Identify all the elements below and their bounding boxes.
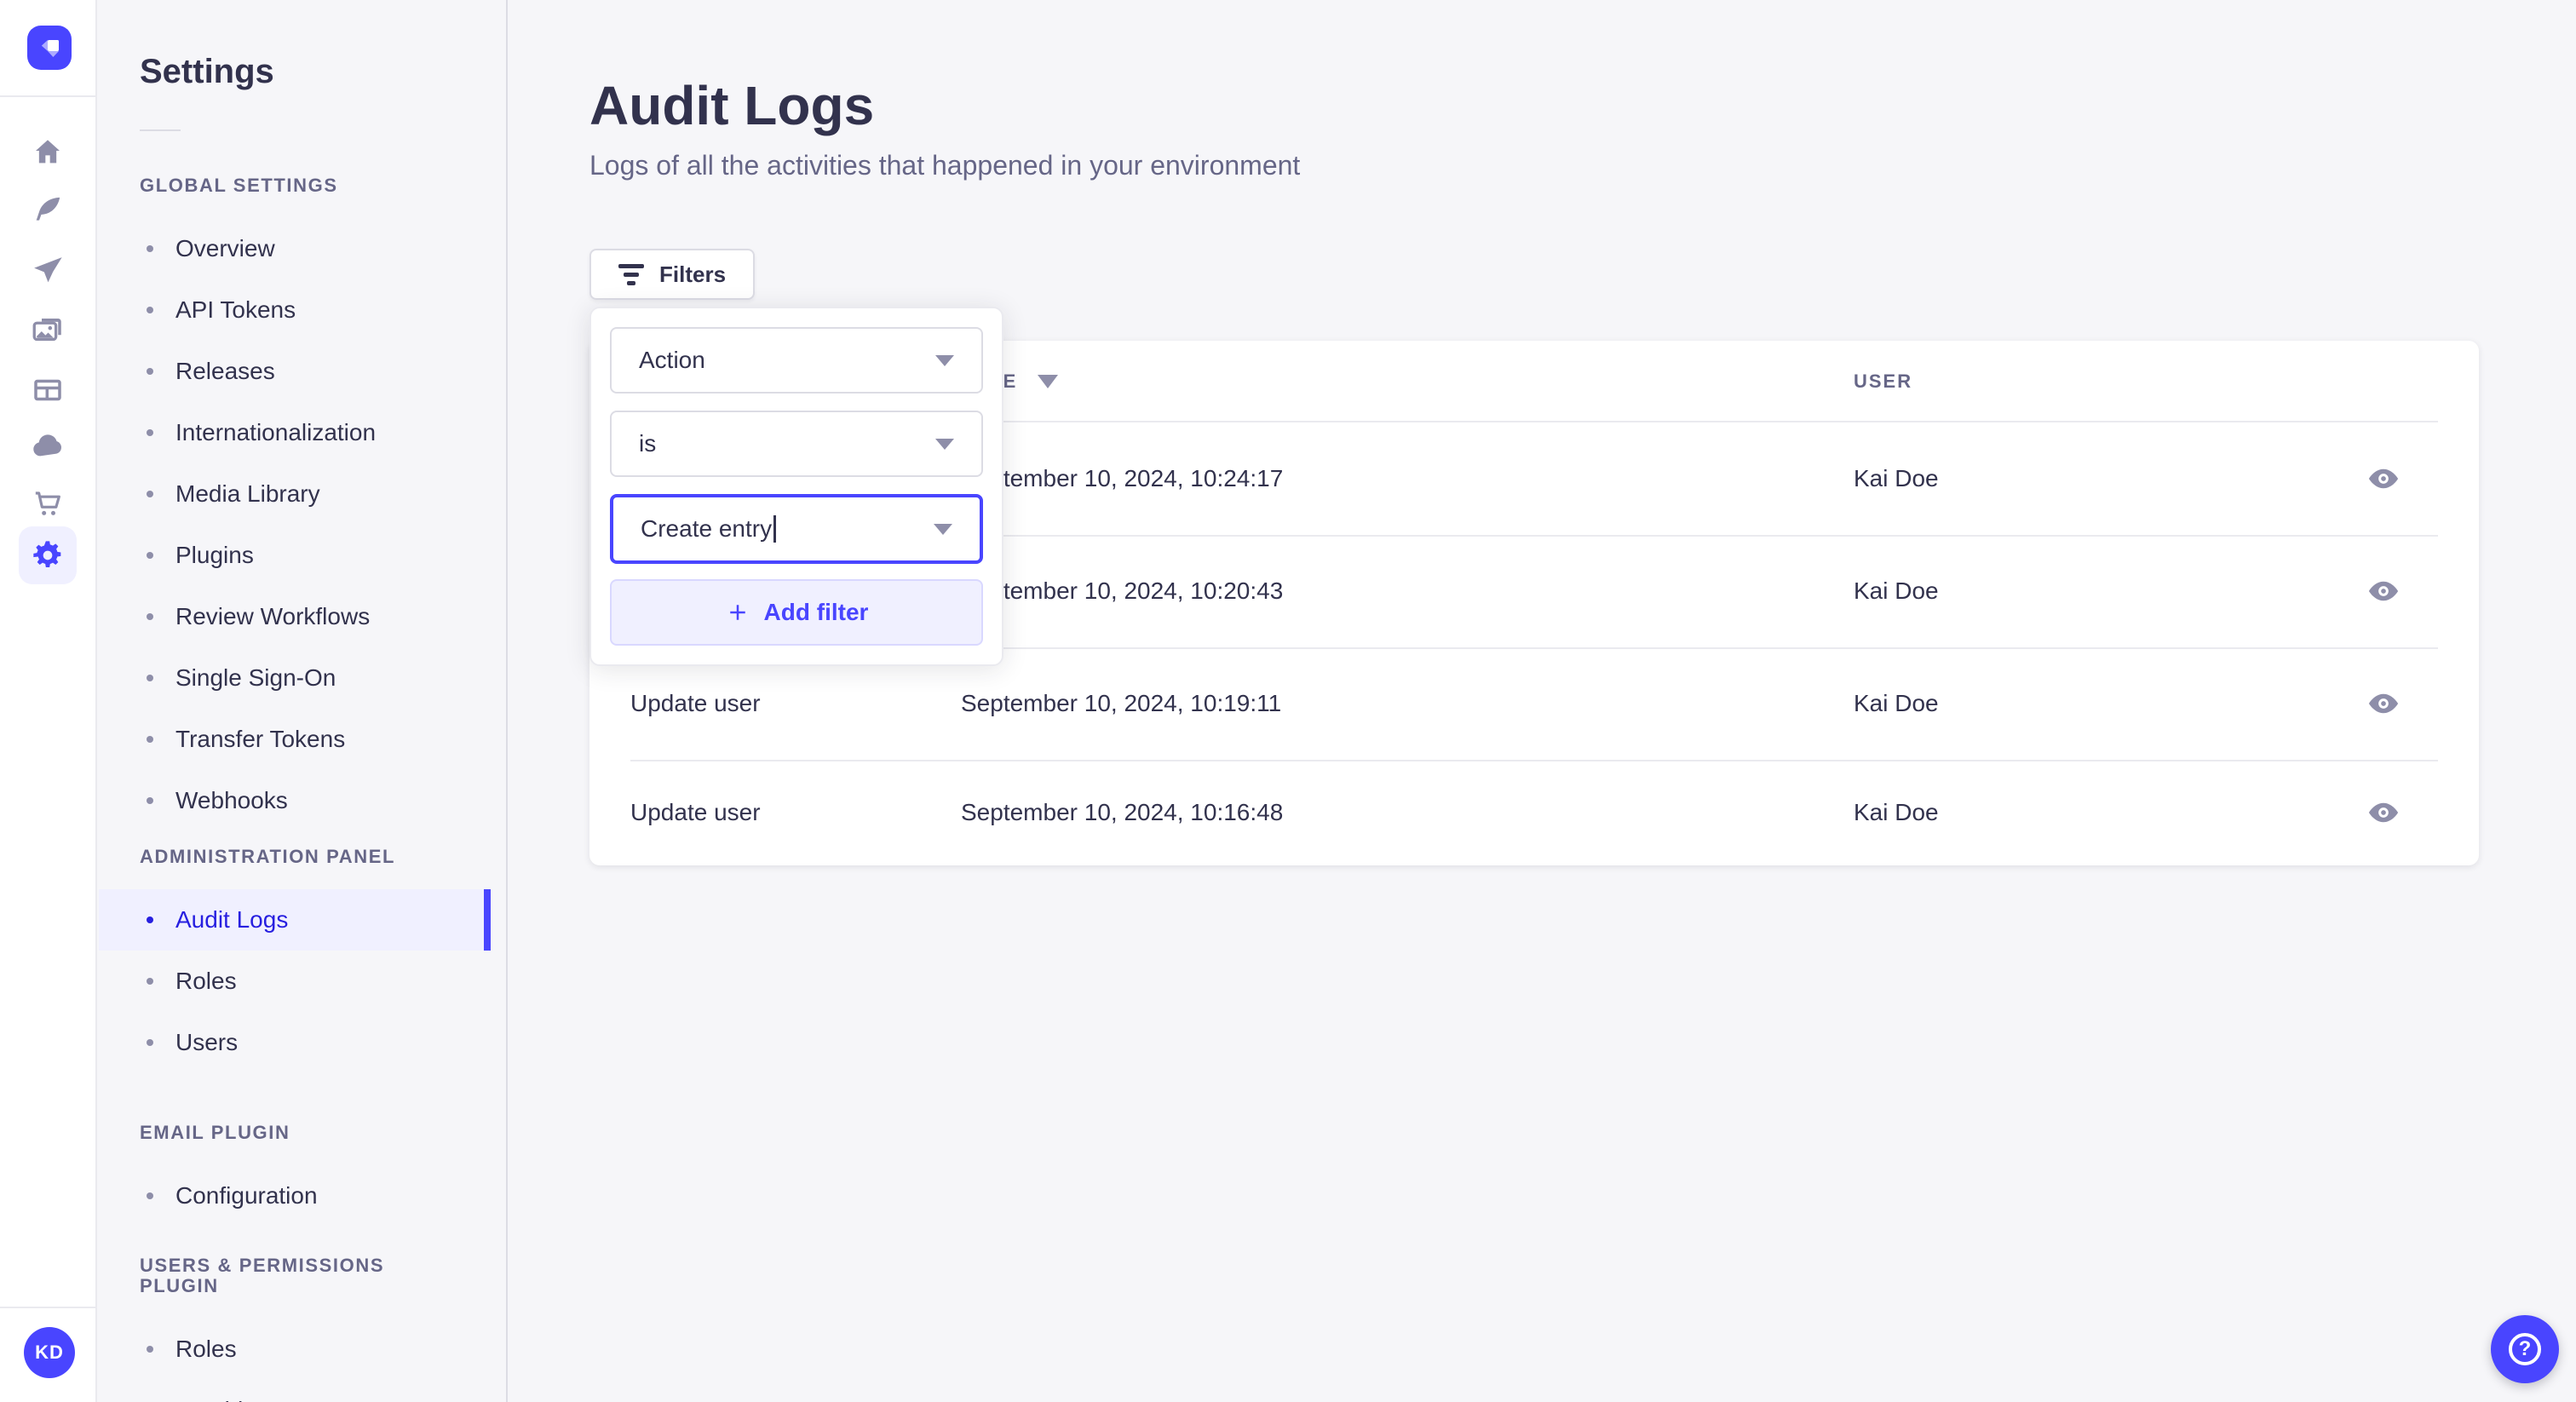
bullet-dot bbox=[147, 245, 153, 252]
bullet-dot bbox=[147, 491, 153, 497]
strapi-logo[interactable] bbox=[27, 26, 72, 70]
sidebar-item-internationalization[interactable]: Internationalization bbox=[99, 402, 506, 463]
icon-rail: KD bbox=[0, 0, 97, 1402]
bullet-dot bbox=[147, 675, 153, 681]
toolbar: Filters bbox=[589, 182, 2479, 300]
rail-bottom-divider bbox=[0, 1307, 97, 1308]
cell-user: Kai Doe bbox=[1854, 577, 1939, 604]
cell-date: September 10, 2024, 10:20:43 bbox=[961, 577, 1284, 604]
bullet-dot bbox=[147, 613, 153, 620]
sidebar-item-api-tokens[interactable]: API Tokens bbox=[99, 279, 506, 341]
sidebar-item-transfer-tokens[interactable]: Transfer Tokens bbox=[99, 709, 506, 770]
sidebar-item-email-configuration[interactable]: Configuration bbox=[99, 1165, 506, 1227]
cell-user: Kai Doe bbox=[1854, 690, 1939, 716]
subnav-divider bbox=[140, 129, 181, 131]
sidebar-item-webhooks[interactable]: Webhooks bbox=[99, 770, 506, 831]
bullet-dot bbox=[147, 552, 153, 559]
eye-icon bbox=[2368, 802, 2399, 823]
eye-icon bbox=[2368, 693, 2399, 714]
page-subtitle: Logs of all the activities that happened… bbox=[589, 150, 1301, 181]
user-avatar[interactable]: KD bbox=[24, 1327, 75, 1378]
view-details-button[interactable] bbox=[2361, 572, 2406, 610]
content-manager-icon[interactable] bbox=[29, 191, 66, 228]
strapi-logo-icon bbox=[41, 40, 59, 57]
sidebar-item-plugins[interactable]: Plugins bbox=[99, 525, 506, 586]
settings-subnav: Settings GLOBAL SETTINGS Overview API To… bbox=[99, 0, 508, 1402]
sidebar-item-review-workflows[interactable]: Review Workflows bbox=[99, 586, 506, 647]
sidebar-item-admin-roles[interactable]: Roles bbox=[99, 951, 506, 1012]
sidebar-item-up-roles[interactable]: Roles bbox=[99, 1319, 506, 1380]
bullet-dot bbox=[147, 1192, 153, 1199]
cell-date: September 10, 2024, 10:24:17 bbox=[961, 465, 1284, 491]
main-content: Audit Logs Logs of all the activities th… bbox=[508, 0, 2576, 1402]
cell-action: Update user bbox=[630, 690, 761, 716]
sidebar-item-up-providers[interactable]: Providers bbox=[99, 1380, 506, 1402]
help-button[interactable]: ? bbox=[2491, 1315, 2559, 1383]
column-header-user: USER bbox=[1854, 371, 1913, 392]
bullet-dot bbox=[147, 797, 153, 804]
sidebar-item-releases[interactable]: Releases bbox=[99, 341, 506, 402]
cloud-icon[interactable] bbox=[29, 428, 66, 465]
chevron-down-icon bbox=[935, 355, 954, 366]
bullet-dot bbox=[147, 1346, 153, 1353]
cell-user: Kai Doe bbox=[1854, 799, 1939, 825]
media-library-icon[interactable] bbox=[29, 312, 66, 349]
bullet-dot bbox=[147, 307, 153, 313]
eye-icon bbox=[2368, 468, 2399, 489]
content-type-builder-icon[interactable] bbox=[29, 371, 66, 409]
bullet-dot bbox=[147, 429, 153, 436]
bullet-dot bbox=[147, 736, 153, 743]
text-caret bbox=[773, 515, 777, 543]
sort-descending-icon[interactable] bbox=[1038, 375, 1059, 388]
table-row[interactable]: Update user September 10, 2024, 10:16:48… bbox=[589, 760, 2479, 865]
plus-icon bbox=[729, 605, 745, 620]
sidebar-item-audit-logs[interactable]: Audit Logs bbox=[99, 889, 491, 951]
section-label-users-permissions-plugin: USERS & PERMISSIONS PLUGIN bbox=[140, 1255, 385, 1296]
view-details-button[interactable] bbox=[2361, 685, 2406, 722]
view-details-button[interactable] bbox=[2361, 794, 2406, 831]
filter-popover: Action is Create entry Add filter bbox=[589, 307, 1003, 666]
settings-icon-active[interactable] bbox=[19, 526, 77, 584]
eye-icon bbox=[2368, 581, 2399, 601]
view-details-button[interactable] bbox=[2361, 460, 2406, 497]
rail-divider bbox=[0, 95, 97, 97]
sidebar-item-media-library[interactable]: Media Library bbox=[99, 463, 506, 525]
cell-date: September 10, 2024, 10:16:48 bbox=[961, 799, 1284, 825]
cell-date: September 10, 2024, 10:19:11 bbox=[961, 690, 1282, 716]
chevron-down-icon bbox=[934, 524, 952, 535]
bullet-dot bbox=[147, 978, 153, 985]
filter-icon bbox=[618, 263, 644, 285]
section-label-email-plugin: EMAIL PLUGIN bbox=[140, 1122, 290, 1143]
strapi-admin-app: KD Settings GLOBAL SETTINGS Overview API… bbox=[0, 0, 2576, 1402]
sidebar-item-admin-users[interactable]: Users bbox=[99, 1012, 506, 1073]
cell-user: Kai Doe bbox=[1854, 465, 1939, 491]
add-filter-button[interactable]: Add filter bbox=[610, 579, 983, 646]
cell-action: Update user bbox=[630, 799, 761, 825]
chevron-down-icon bbox=[935, 439, 954, 450]
bullet-dot bbox=[147, 368, 153, 375]
section-label-global-settings: GLOBAL SETTINGS bbox=[140, 175, 338, 196]
filter-operator-select[interactable]: is bbox=[610, 411, 983, 477]
marketplace-cart-icon[interactable] bbox=[29, 486, 66, 523]
release-plane-icon[interactable] bbox=[29, 252, 66, 290]
sidebar-item-overview[interactable]: Overview bbox=[99, 218, 506, 279]
sidebar-item-single-sign-on[interactable]: Single Sign-On bbox=[99, 647, 506, 709]
section-label-administration-panel: ADMINISTRATION PANEL bbox=[140, 846, 396, 867]
page-title: Audit Logs bbox=[589, 75, 875, 136]
bullet-dot bbox=[147, 1039, 153, 1046]
home-icon[interactable] bbox=[29, 133, 66, 170]
filter-field-select[interactable]: Action bbox=[610, 327, 983, 394]
question-mark-icon: ? bbox=[2509, 1333, 2541, 1365]
subnav-title: Settings bbox=[140, 53, 274, 90]
gear-icon bbox=[33, 541, 61, 567]
bullet-dot bbox=[147, 916, 153, 923]
filter-value-combobox[interactable]: Create entry bbox=[610, 494, 983, 564]
filters-button[interactable]: Filters bbox=[589, 249, 756, 300]
